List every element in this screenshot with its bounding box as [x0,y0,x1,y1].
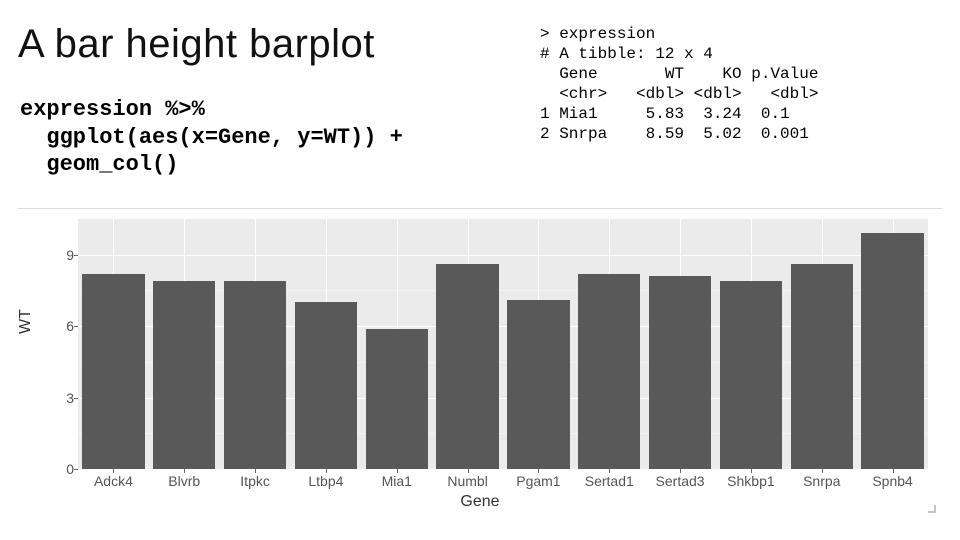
x-tick-mark [751,469,752,473]
x-tick-label: Sertad3 [656,473,705,489]
x-tick-label: Adck4 [94,473,133,489]
x-tick-mark [113,469,114,473]
bar-mia1 [366,329,428,469]
slide-root: A bar height barplot expression %>% ggpl… [0,0,960,540]
x-tick-mark [326,469,327,473]
y-tick-label: 3 [44,390,74,406]
x-tick-mark [893,469,894,473]
bar-sertad3 [649,276,711,469]
x-tick-label: Spnb4 [872,473,912,489]
gridline-h [78,255,928,256]
x-tick-label: Numbl [447,473,487,489]
y-tick-mark [74,326,78,327]
x-tick-label: Shkbp1 [727,473,774,489]
bar-itpkc [224,281,286,469]
bar-adck4 [82,274,144,469]
x-tick-label: Itpkc [240,473,270,489]
y-tick-mark [74,398,78,399]
x-tick-mark [538,469,539,473]
x-tick-mark [468,469,469,473]
console-output: > expression # A tibble: 12 x 4 Gene WT … [540,24,818,144]
x-tick-mark [397,469,398,473]
chart-frame: WT Gene 0 3 6 9 Adck4 Blvrb Itpkc Ltbp4 Mia1 Numb… [18,208,942,519]
x-axis-title: Gene [18,493,942,511]
y-tick-label: 6 [44,318,74,334]
x-tick-mark [184,469,185,473]
bar-sertad1 [578,274,640,469]
bar-shkbp1 [720,281,782,469]
gridline-h [78,469,928,470]
slide-title: A bar height barplot [18,22,375,67]
bar-blvrb [153,281,215,469]
x-tick-label: Ltbp4 [308,473,343,489]
plot-panel [78,219,928,469]
x-tick-label: Sertad1 [585,473,634,489]
bar-spnb4 [861,233,923,469]
y-tick-mark [74,255,78,256]
y-tick-label: 0 [44,461,74,477]
bar-pgam1 [507,300,569,469]
y-tick-label: 9 [44,247,74,263]
x-tick-mark [680,469,681,473]
x-tick-label: Snrpa [803,473,840,489]
x-tick-label: Blvrb [168,473,200,489]
bar-snrpa [791,264,853,469]
y-axis-title: WT [17,309,35,334]
code-snippet: expression %>% ggplot(aes(x=Gene, y=WT))… [20,96,403,179]
x-tick-label: Pgam1 [516,473,560,489]
x-tick-mark [255,469,256,473]
bar-ltbp4 [295,302,357,469]
x-tick-mark [609,469,610,473]
x-tick-mark [822,469,823,473]
x-tick-label: Mia1 [382,473,412,489]
resize-handle-icon [924,501,936,513]
y-tick-mark [74,469,78,470]
bar-numbl [436,264,498,469]
